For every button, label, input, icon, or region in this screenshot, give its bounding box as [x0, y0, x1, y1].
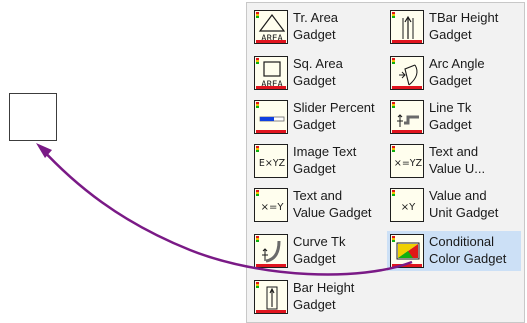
- menu-item-label: Gadget: [293, 161, 336, 176]
- menu-item-label: Gadget: [429, 73, 472, 88]
- menu-item-label: Value and: [429, 188, 487, 203]
- menu-item-label: Color Gadget: [429, 251, 507, 266]
- line-tk-icon: [390, 100, 424, 134]
- bar-height-icon: [254, 280, 288, 314]
- menu-item-sq-area[interactable]: AREA Sq. Area Gadget: [251, 53, 385, 93]
- menu-item-label: Gadget: [429, 117, 472, 132]
- svg-text:E×YZ: E×YZ: [259, 158, 286, 169]
- menu-item-label: Bar Height: [293, 280, 355, 295]
- triangle-area-icon: AREA: [254, 10, 288, 44]
- menu-item-label: Gadget: [293, 297, 336, 312]
- value-unit-icon: ×Y: [390, 188, 424, 222]
- menu-item-text-value[interactable]: ×=Y Text and Value Gadget: [251, 185, 385, 225]
- menu-item-label: Text and: [429, 144, 479, 159]
- menu-item-label: Curve Tk: [293, 234, 346, 249]
- svg-text:×=Y: ×=Y: [261, 202, 285, 213]
- menu-item-label: Gadget: [293, 73, 336, 88]
- menu-item-value-unit[interactable]: ×Y Value and Unit Gadget: [387, 185, 521, 225]
- conditional-color-icon: [390, 234, 424, 268]
- menu-item-conditional-color[interactable]: Conditional Color Gadget: [387, 231, 521, 271]
- slider-percent-icon: [254, 100, 288, 134]
- menu-item-label: Gadget: [429, 27, 472, 42]
- svg-text:×Y: ×Y: [401, 202, 416, 213]
- menu-item-label: Gadget: [293, 117, 336, 132]
- menu-item-tr-area[interactable]: AREA Tr. Area Gadget: [251, 7, 385, 47]
- square-area-icon: AREA: [254, 56, 288, 90]
- curve-tk-icon: [254, 234, 288, 268]
- menu-item-label: Unit Gadget: [429, 205, 499, 220]
- menu-item-tbar-height[interactable]: TBar Height Gadget: [387, 7, 521, 47]
- image-text-icon: E×YZ: [254, 144, 288, 178]
- arc-angle-icon: [390, 56, 424, 90]
- menu-item-label: Tr. Area: [293, 10, 339, 25]
- menu-item-curve-tk[interactable]: Curve Tk Gadget: [251, 231, 385, 271]
- menu-item-label: Value U...: [429, 161, 486, 176]
- tbar-height-icon: [390, 10, 424, 44]
- menu-item-label: Line Tk: [429, 100, 472, 115]
- menu-item-label: Sq. Area: [293, 56, 343, 71]
- svg-text:×=YZ: ×=YZ: [394, 158, 423, 169]
- menu-item-label: Arc Angle: [429, 56, 485, 71]
- menu-item-line-tk[interactable]: Line Tk Gadget: [387, 97, 521, 137]
- menu-item-image-text[interactable]: E×YZ Image Text Gadget: [251, 141, 385, 181]
- menu-item-label: Text and: [293, 188, 343, 203]
- menu-item-label: TBar Height: [429, 10, 499, 25]
- menu-item-label: Image Text: [293, 144, 357, 159]
- text-value-unit-icon: ×=YZ: [390, 144, 424, 178]
- menu-item-label: Conditional: [429, 234, 495, 249]
- menu-item-text-value-unit[interactable]: ×=YZ Text and Value U...: [387, 141, 521, 181]
- gadget-palette-menu: AREA Tr. Area Gadget TBar Height Gadget AR…: [246, 2, 525, 323]
- menu-item-label: Gadget: [293, 251, 336, 266]
- drag-arrow-head: [36, 143, 52, 158]
- menu-item-arc-angle[interactable]: Arc Angle Gadget: [387, 53, 521, 93]
- text-value-icon: ×=Y: [254, 188, 288, 222]
- menu-item-bar-height[interactable]: Bar Height Gadget: [251, 277, 385, 317]
- menu-item-label: Slider Percent: [293, 100, 375, 115]
- menu-item-label: Gadget: [293, 27, 336, 42]
- menu-item-label: Value Gadget: [293, 205, 372, 220]
- drop-target-box[interactable]: [9, 93, 57, 141]
- menu-item-slider-percent[interactable]: Slider Percent Gadget: [251, 97, 385, 137]
